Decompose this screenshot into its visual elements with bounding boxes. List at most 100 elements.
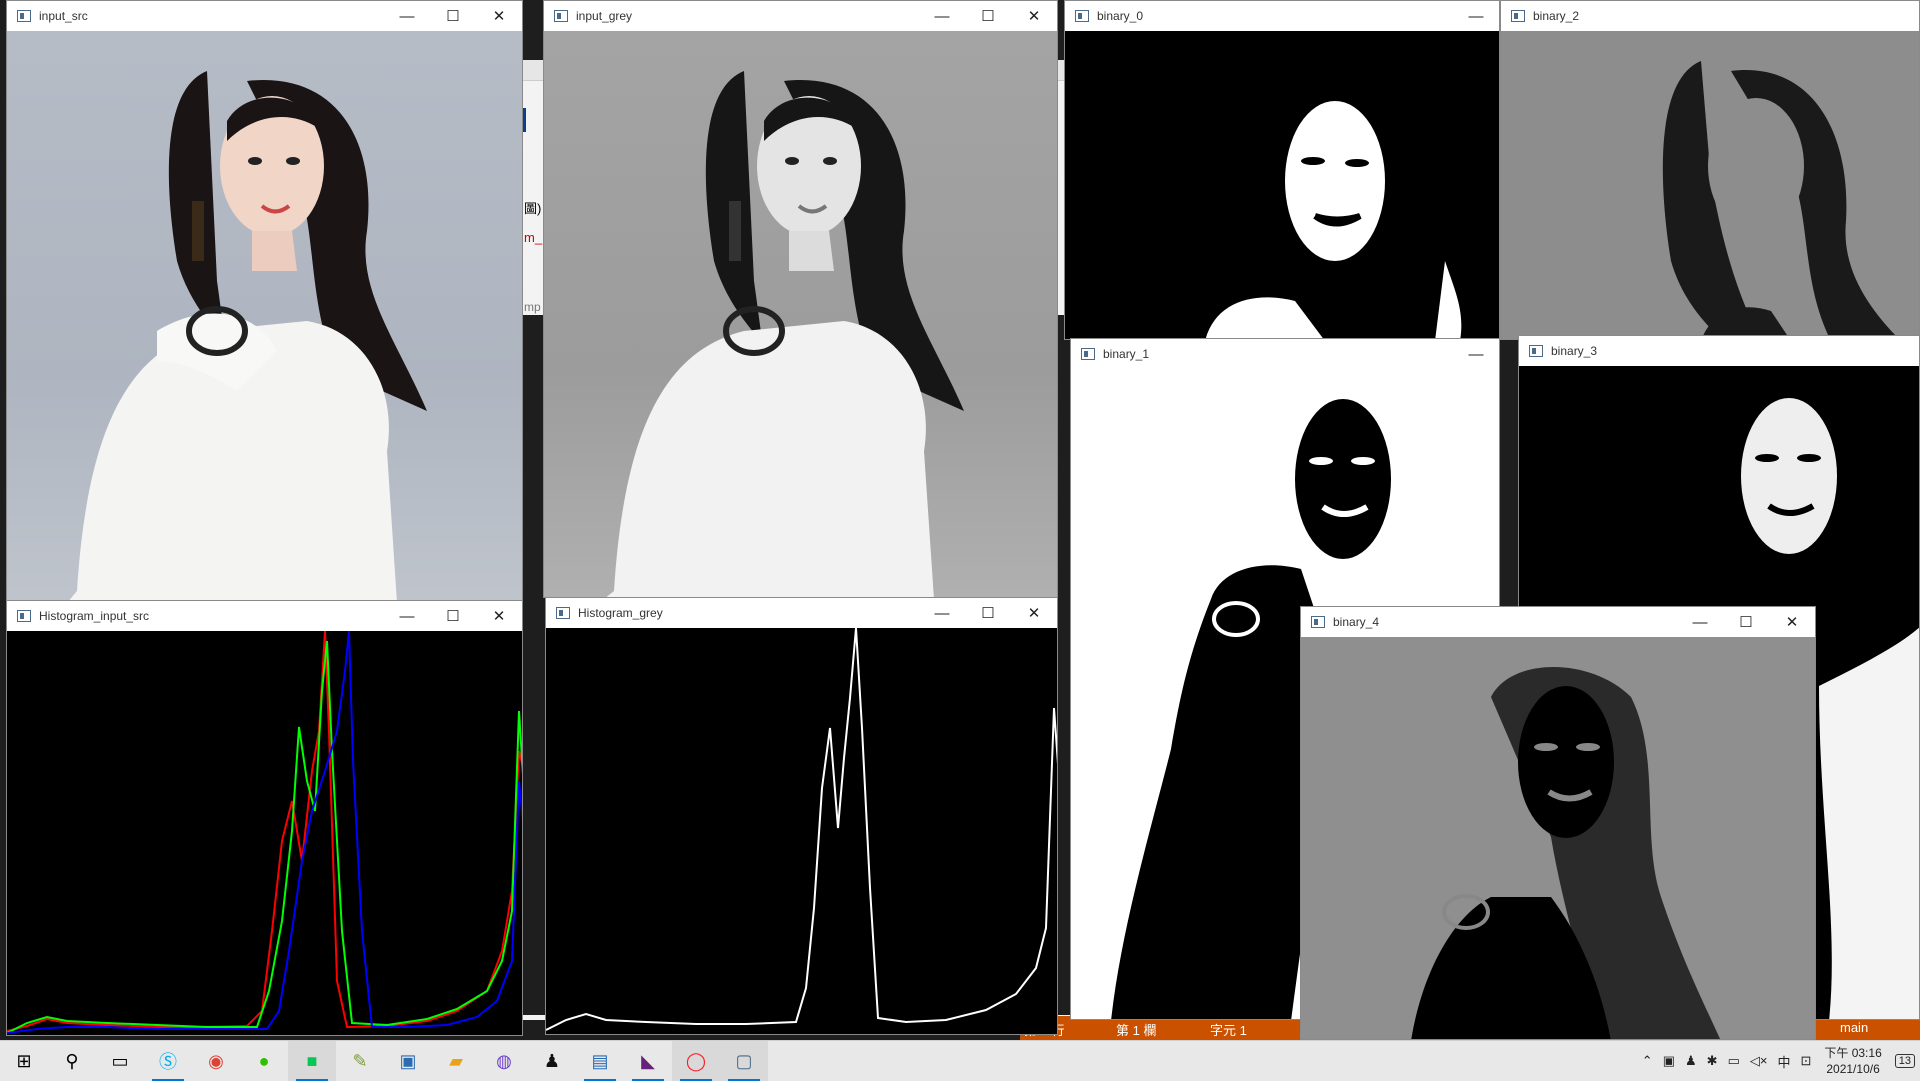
titlebar[interactable]: binary_4 — ☐ ✕ bbox=[1301, 607, 1815, 637]
minimize-button[interactable]: — bbox=[384, 1, 430, 31]
histogram-plot bbox=[546, 628, 1057, 1031]
clock-time: 下午 03:16 bbox=[1824, 1046, 1882, 1060]
window-icon bbox=[17, 10, 31, 22]
image-canvas[interactable] bbox=[1501, 31, 1919, 339]
status-branch[interactable]: main bbox=[1840, 1020, 1868, 1035]
minimize-button[interactable]: — bbox=[1453, 339, 1499, 369]
window-icon bbox=[556, 607, 570, 619]
window-title: input_grey bbox=[576, 9, 633, 23]
chevron-up-icon[interactable]: ⌃ bbox=[1642, 1053, 1653, 1069]
histogram-plot bbox=[7, 631, 522, 1034]
image-canvas[interactable] bbox=[7, 31, 522, 601]
skype-icon[interactable]: Ⓢ bbox=[144, 1041, 192, 1081]
window-title: input_src bbox=[39, 9, 88, 23]
editor-text-1: 圖) bbox=[524, 201, 542, 216]
ime-indicator[interactable]: 中 bbox=[1777, 1052, 1790, 1071]
window-binary-2[interactable]: binary_2 bbox=[1500, 0, 1920, 340]
wordpad-icon[interactable]: ▤ bbox=[576, 1041, 624, 1081]
titlebar[interactable]: Histogram_input_src — ☐ ✕ bbox=[7, 601, 522, 631]
window-input-src[interactable]: input_src — ☐ ✕ bbox=[6, 0, 523, 602]
window-icon bbox=[1529, 345, 1543, 357]
maximize-button[interactable]: ☐ bbox=[1723, 607, 1769, 637]
window-histogram-grey[interactable]: Histogram_grey — ☐ ✕ bbox=[545, 597, 1058, 1035]
line-icon[interactable]: ■ bbox=[288, 1041, 336, 1081]
window-title: binary_2 bbox=[1533, 9, 1580, 23]
window-input-grey[interactable]: input_grey — ☐ ✕ bbox=[543, 0, 1058, 598]
notification-center-icon[interactable]: 13 bbox=[1894, 1054, 1915, 1068]
histogram-blue-series bbox=[7, 631, 522, 1034]
image-canvas[interactable] bbox=[1065, 31, 1499, 339]
window-histogram-src[interactable]: Histogram_input_src — ☐ ✕ bbox=[6, 600, 523, 1036]
binary-image bbox=[1411, 667, 1721, 1039]
github-desktop-icon[interactable]: ◍ bbox=[480, 1041, 528, 1081]
histogram-green-series bbox=[7, 640, 522, 1034]
minimize-button[interactable]: — bbox=[919, 1, 965, 31]
titlebar[interactable]: Histogram_grey — ☐ ✕ bbox=[546, 598, 1057, 628]
binary-image bbox=[1662, 61, 1900, 339]
window-icon bbox=[17, 610, 31, 622]
window-title: binary_3 bbox=[1551, 344, 1598, 358]
histogram-red-series bbox=[7, 631, 522, 1032]
wechat-icon[interactable]: ● bbox=[240, 1041, 288, 1081]
image-canvas[interactable] bbox=[1301, 637, 1815, 1039]
settings-tray-icon[interactable]: ✱ bbox=[1707, 1053, 1718, 1069]
titlebar[interactable]: binary_3 bbox=[1519, 336, 1919, 366]
minimize-button[interactable]: — bbox=[1677, 607, 1723, 637]
close-button[interactable]: ✕ bbox=[1011, 1, 1057, 31]
status-char: 字元 1 bbox=[1210, 1023, 1247, 1038]
opencv-window-icon[interactable]: ▢ bbox=[720, 1041, 768, 1081]
file-explorer-icon[interactable]: ▰ bbox=[432, 1041, 480, 1081]
qq-tray-icon[interactable]: ♟ bbox=[1685, 1053, 1697, 1069]
titlebar[interactable]: binary_2 bbox=[1501, 1, 1919, 31]
network-icon[interactable]: ▭ bbox=[1728, 1053, 1740, 1069]
volume-muted-icon[interactable]: ◁× bbox=[1750, 1053, 1768, 1069]
portrait-image bbox=[68, 71, 427, 601]
window-icon bbox=[554, 10, 568, 22]
maximize-button[interactable]: ☐ bbox=[430, 1, 476, 31]
app-blue-icon[interactable]: ▣ bbox=[384, 1041, 432, 1081]
window-binary-0[interactable]: binary_0 — bbox=[1064, 0, 1500, 340]
qq-icon[interactable]: ♟ bbox=[528, 1041, 576, 1081]
histogram-grey-series bbox=[546, 628, 1057, 1031]
editor-text-3: mp bbox=[524, 300, 541, 314]
taskbar: ⊞ ⚲ ▭ Ⓢ ◉ ● ■ ✎ ▣ ▰ ◍ ♟ ▤ ◣ ◯ ▢ ⌃ ▣ ♟ ✱ … bbox=[0, 1040, 1920, 1081]
titlebar[interactable]: input_grey — ☐ ✕ bbox=[544, 1, 1057, 31]
windows-start-icon[interactable]: ⊞ bbox=[0, 1041, 48, 1081]
window-title: Histogram_input_src bbox=[39, 609, 150, 623]
maximize-button[interactable]: ☐ bbox=[965, 598, 1011, 628]
minimize-button[interactable]: — bbox=[919, 598, 965, 628]
minimize-button[interactable]: — bbox=[384, 601, 430, 631]
window-binary-4[interactable]: binary_4 — ☐ ✕ bbox=[1300, 606, 1816, 1040]
search-icon[interactable]: ⚲ bbox=[48, 1041, 96, 1081]
histogram-canvas bbox=[546, 628, 1057, 1034]
window-icon bbox=[1511, 10, 1525, 22]
clock[interactable]: 下午 03:16 2021/10/6 bbox=[1824, 1045, 1881, 1077]
close-button[interactable]: ✕ bbox=[476, 1, 522, 31]
close-button[interactable]: ✕ bbox=[1769, 607, 1815, 637]
close-button[interactable]: ✕ bbox=[1011, 598, 1057, 628]
histogram-canvas bbox=[7, 631, 522, 1035]
window-title: Histogram_grey bbox=[578, 606, 663, 620]
notepad-plus-icon[interactable]: ✎ bbox=[336, 1041, 384, 1081]
window-title: binary_1 bbox=[1103, 347, 1150, 361]
maximize-button[interactable]: ☐ bbox=[965, 1, 1011, 31]
system-tray: ⌃ ▣ ♟ ✱ ▭ ◁× 中 ⊡ 下午 03:16 2021/10/6 13 bbox=[1637, 1041, 1920, 1081]
titlebar[interactable]: binary_0 — bbox=[1065, 1, 1499, 31]
meet-now-icon[interactable]: ▣ bbox=[1663, 1053, 1675, 1069]
chrome-icon[interactable]: ◉ bbox=[192, 1041, 240, 1081]
visual-studio-icon[interactable]: ◣ bbox=[624, 1041, 672, 1081]
window-icon bbox=[1311, 616, 1325, 628]
titlebar[interactable]: binary_1 — bbox=[1071, 339, 1499, 369]
window-title: binary_0 bbox=[1097, 9, 1144, 23]
task-view-icon[interactable]: ▭ bbox=[96, 1041, 144, 1081]
binary-image bbox=[1205, 101, 1462, 339]
close-button[interactable]: ✕ bbox=[476, 601, 522, 631]
opera-icon[interactable]: ◯ bbox=[672, 1041, 720, 1081]
window-icon bbox=[1081, 348, 1095, 360]
ime-mode-icon[interactable]: ⊡ bbox=[1800, 1053, 1811, 1069]
maximize-button[interactable]: ☐ bbox=[430, 601, 476, 631]
titlebar[interactable]: input_src — ☐ ✕ bbox=[7, 1, 522, 31]
image-canvas[interactable] bbox=[544, 31, 1057, 597]
window-title: binary_4 bbox=[1333, 615, 1380, 629]
minimize-button[interactable]: — bbox=[1453, 1, 1499, 31]
